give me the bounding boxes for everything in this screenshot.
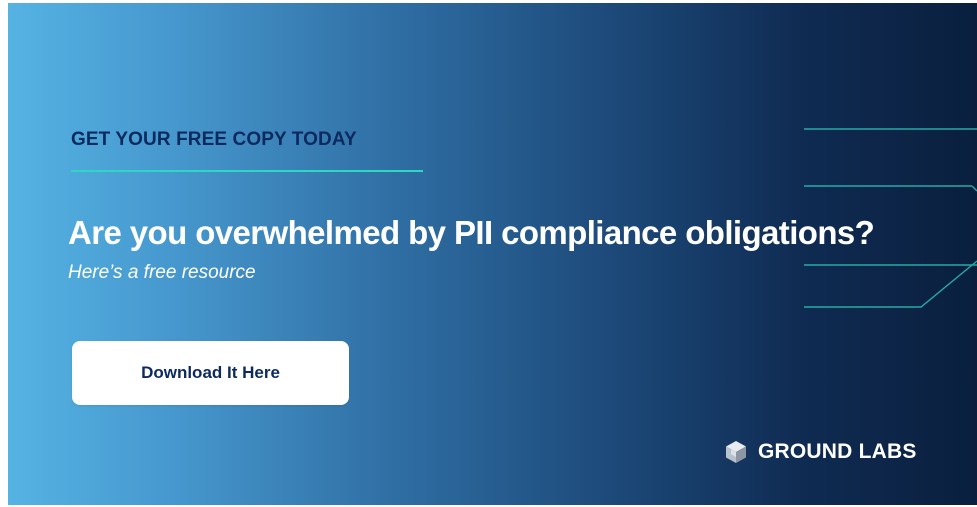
decorative-circuit-lines bbox=[804, 128, 977, 308]
accent-divider bbox=[71, 170, 423, 172]
ground-labs-logo-icon bbox=[726, 441, 746, 463]
ground-labs-logo[interactable]: GROUND LABS bbox=[724, 440, 917, 464]
download-button[interactable]: Download It Here bbox=[72, 341, 349, 405]
circuit-line bbox=[804, 260, 977, 308]
banner-headline: Are you overwhelmed by PII compliance ob… bbox=[68, 214, 875, 251]
eyebrow-text: GET YOUR FREE COPY TODAY bbox=[71, 129, 357, 150]
promo-banner[interactable]: GET YOUR FREE COPY TODAY Are you overwhe… bbox=[8, 3, 977, 505]
brand-name: GROUND LABS bbox=[758, 440, 917, 463]
circuit-line bbox=[971, 185, 977, 192]
banner-subhead: Here’s a free resource bbox=[68, 262, 256, 283]
